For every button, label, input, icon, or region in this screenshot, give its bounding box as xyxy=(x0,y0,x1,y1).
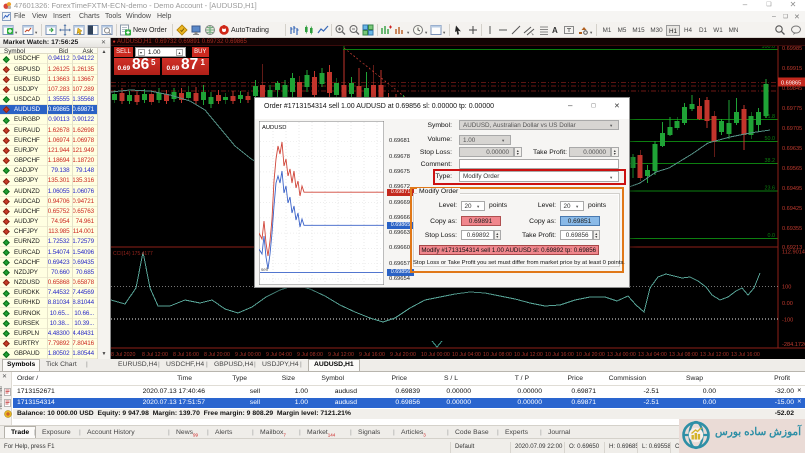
svg-text:0.69425: 0.69425 xyxy=(782,206,802,212)
svg-text:CCI(14) 175.4177: CCI(14) 175.4177 xyxy=(113,251,153,257)
svg-text:112.9014: 112.9014 xyxy=(782,250,805,256)
svg-text:100: 100 xyxy=(782,285,791,291)
svg-text:13 Jul 12:00: 13 Jul 12:00 xyxy=(700,352,729,358)
svg-text:0.69635: 0.69635 xyxy=(782,146,802,152)
svg-text:10 Jul 12:00: 10 Jul 12:00 xyxy=(514,352,543,358)
svg-text:0.00: 0.00 xyxy=(782,301,793,307)
svg-text:13 Jul 00:00: 13 Jul 00:00 xyxy=(607,352,636,358)
svg-text:0.69985: 0.69985 xyxy=(782,46,802,52)
svg-text:10 Jul 04:00: 10 Jul 04:00 xyxy=(452,352,481,358)
svg-text:10 Jul 08:00: 10 Jul 08:00 xyxy=(483,352,512,358)
svg-text:8 Jul 20:00: 8 Jul 20:00 xyxy=(204,352,230,358)
svg-text:0.69865: 0.69865 xyxy=(781,81,801,87)
svg-text:8 Jul 16:00: 8 Jul 16:00 xyxy=(173,352,199,358)
svg-text:0.0: 0.0 xyxy=(768,233,776,239)
svg-text:13 Jul 04:00: 13 Jul 04:00 xyxy=(638,352,667,358)
svg-text:-284.1726: -284.1726 xyxy=(782,342,805,348)
svg-text:0.69775: 0.69775 xyxy=(782,106,802,112)
svg-text:100.0: 100.0 xyxy=(762,46,776,50)
svg-text:0.69355: 0.69355 xyxy=(782,226,802,232)
svg-text:9 Jul 20:00: 9 Jul 20:00 xyxy=(390,352,416,358)
svg-text:9 Jul 16:00: 9 Jul 16:00 xyxy=(359,352,385,358)
svg-text:13 Jul 16:00: 13 Jul 16:00 xyxy=(731,352,760,358)
svg-text:-100: -100 xyxy=(782,318,793,324)
svg-text:0.69495: 0.69495 xyxy=(782,186,802,192)
svg-text:23.6: 23.6 xyxy=(765,186,776,192)
svg-text:0.69845: 0.69845 xyxy=(782,86,802,92)
svg-text:50.0: 50.0 xyxy=(765,136,776,142)
svg-text:8 Jul 12:00: 8 Jul 12:00 xyxy=(142,352,168,358)
svg-text:0.69565: 0.69565 xyxy=(782,166,802,172)
svg-text:sell: sell xyxy=(261,267,268,272)
svg-text:9 Jul 04:00: 9 Jul 04:00 xyxy=(266,352,292,358)
svg-text:9 Jul 12:00: 9 Jul 12:00 xyxy=(328,352,354,358)
svg-text:10 Jul 20:00: 10 Jul 20:00 xyxy=(576,352,605,358)
svg-text:38.2: 38.2 xyxy=(765,158,776,164)
svg-text:10 Jul 00:00: 10 Jul 00:00 xyxy=(421,352,450,358)
svg-text:8 Jul 2020: 8 Jul 2020 xyxy=(111,352,135,358)
svg-text:0.69705: 0.69705 xyxy=(782,126,802,132)
svg-text:13 Jul 08:00: 13 Jul 08:00 xyxy=(669,352,698,358)
svg-text:AUDUSD: AUDUSD xyxy=(262,125,286,131)
svg-text:0.69915: 0.69915 xyxy=(782,66,802,72)
svg-text:9 Jul 00:00: 9 Jul 00:00 xyxy=(235,352,261,358)
svg-text:9 Jul 08:00: 9 Jul 08:00 xyxy=(297,352,323,358)
svg-text:10 Jul 16:00: 10 Jul 16:00 xyxy=(545,352,574,358)
